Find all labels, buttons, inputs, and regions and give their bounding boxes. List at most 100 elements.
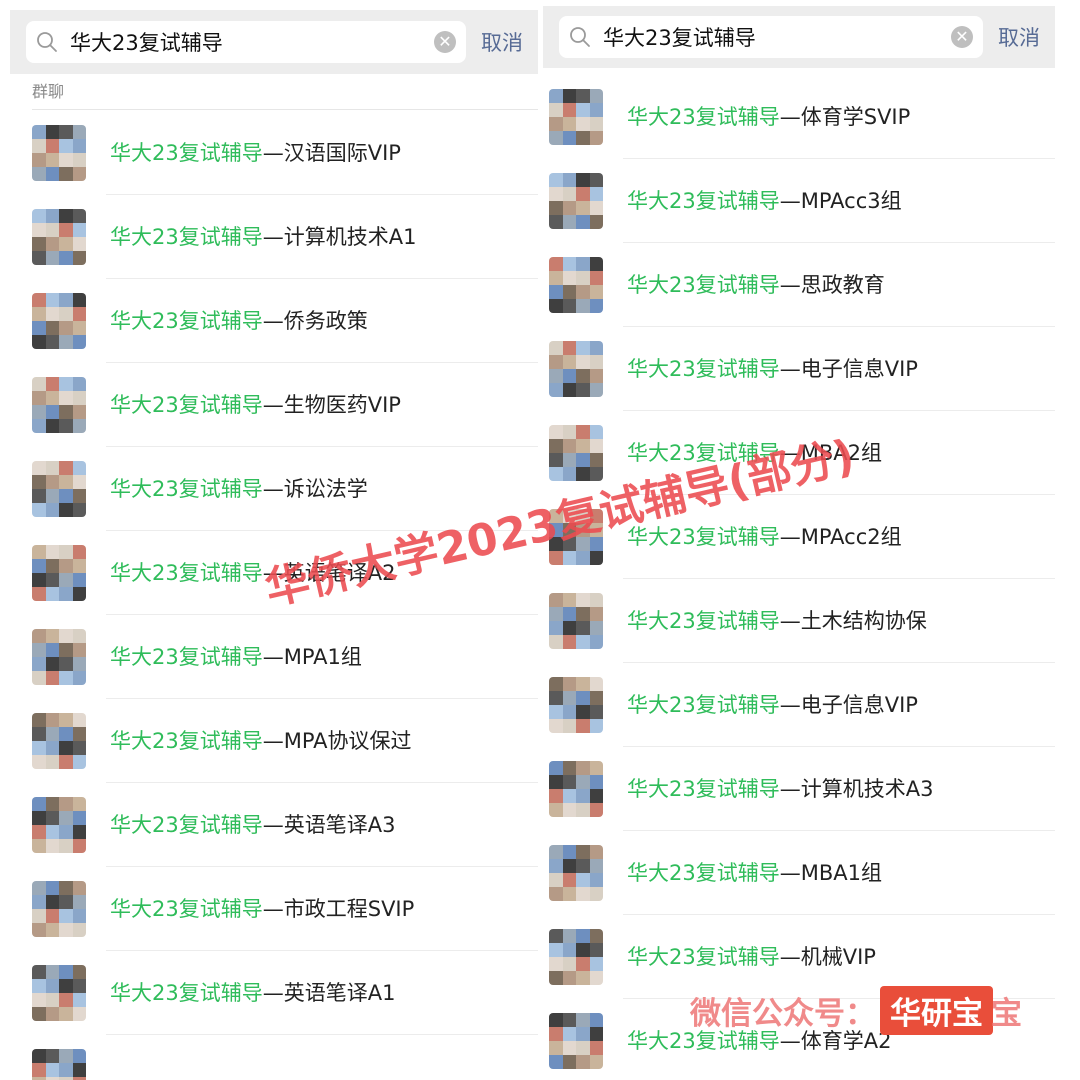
group-result-row[interactable]: 华大23复试辅导—MPA1组 (10, 615, 538, 699)
group-name: 华大23复试辅导—MPA1组 (110, 615, 362, 699)
group-name: 华大23复试辅导—电子信息VIP (627, 663, 918, 747)
group-result-row[interactable]: 华大23复试辅导—英语笔译A3 (10, 783, 538, 867)
group-result-row[interactable]: 华大23复试辅导—体育学SVIP (543, 75, 1055, 159)
search-input[interactable]: 华大23复试辅导 ✕ (26, 21, 466, 63)
group-name: 华大23复试辅导—市政工程SVIP (110, 867, 414, 951)
group-name-suffix: —英语笔译A1 (262, 981, 396, 1005)
group-name-suffix: —土木结构协保 (779, 609, 927, 633)
group-avatar (32, 545, 86, 601)
group-avatar (549, 845, 603, 901)
group-name-suffix: —市政工程SVIP (262, 897, 415, 921)
group-result-row[interactable]: 华大23复试辅导—汉语国际VIP (10, 111, 538, 195)
matched-keyword: 华大23复试辅导 (627, 105, 780, 129)
group-result-row[interactable]: 华大23复试辅导—侨务政策 (10, 279, 538, 363)
search-icon (37, 32, 57, 52)
group-name: 华大23复试辅导—MPA协议保过 (110, 699, 412, 783)
group-name-suffix: —MPA1组 (262, 645, 362, 669)
group-name-suffix: —电子信息VIP (779, 357, 918, 381)
group-name: 华大23复试辅导—思政教育 (627, 243, 885, 327)
section-label-group-chats: 群聊 (32, 82, 65, 101)
group-name: 华大23复试辅导—MBA1组 (627, 831, 882, 915)
group-name-suffix: —MBA1组 (779, 861, 882, 885)
group-result-row[interactable]: 华大23复试辅导—电子信息VIP (543, 327, 1055, 411)
group-name-suffix: —MPAcc2组 (779, 525, 902, 549)
group-name-suffix: —MPA协议保过 (262, 729, 412, 753)
group-avatar (32, 461, 86, 517)
search-query: 华大23复试辅导 (603, 26, 756, 50)
group-result-row[interactable]: 华大23复试辅导—计算机技术A3 (543, 747, 1055, 831)
group-avatar (32, 1049, 86, 1080)
matched-keyword: 华大23复试辅导 (110, 141, 263, 165)
group-name: 华大23复试辅导—电子信息VIP (627, 327, 918, 411)
group-result-row[interactable]: 华大23复试辅导—思政教育 (543, 243, 1055, 327)
group-avatar (549, 761, 603, 817)
matched-keyword: 华大23复试辅导 (627, 609, 780, 633)
group-avatar (549, 593, 603, 649)
group-result-row[interactable]: 华大23复试辅导—土木结构协保 (543, 579, 1055, 663)
credit-label: 微信公众号： (690, 995, 876, 1032)
group-name-suffix: —汉语国际VIP (262, 141, 401, 165)
matched-keyword: 华大23复试辅导 (627, 273, 780, 297)
group-avatar (549, 257, 603, 313)
matched-keyword: 华大23复试辅导 (110, 981, 263, 1005)
group-avatar (549, 929, 603, 985)
matched-keyword: 华大23复试辅导 (627, 357, 780, 381)
wechat-credit: 微信公众号： 华研宝 宝 (690, 985, 1022, 1035)
group-result-row[interactable]: 华大23复试辅导—MPAcc3组 (543, 159, 1055, 243)
group-result-row[interactable]: 华大23复试辅导—MPA协议保过 (10, 699, 538, 783)
matched-keyword: 华大23复试辅导 (110, 645, 263, 669)
search-bar: 华大23复试辅导 ✕ 取消 (543, 6, 1055, 68)
search-bar: 华大23复试辅导 ✕ 取消 (10, 10, 538, 74)
credit-badge: 华研宝 (880, 985, 993, 1035)
matched-keyword: 华大23复试辅导 (627, 189, 780, 213)
group-result-row[interactable]: 华大23复试辅导—英语笔译A1 (10, 951, 538, 1035)
matched-keyword: 华大23复试辅导 (627, 693, 780, 717)
group-name-suffix: —电子信息VIP (779, 693, 918, 717)
group-avatar (32, 797, 86, 853)
group-result-row[interactable]: 华大23复试辅导—计算机技术A1 (10, 195, 538, 279)
matched-keyword: 华大23复试辅导 (110, 561, 263, 585)
group-avatar (549, 89, 603, 145)
search-input[interactable]: 华大23复试辅导 ✕ (559, 16, 983, 58)
group-name-suffix: —诉讼法学 (262, 477, 368, 501)
matched-keyword: 华大23复试辅导 (110, 897, 263, 921)
group-avatar (549, 341, 603, 397)
group-name: 华大23复试辅导—生物医药VIP (110, 363, 401, 447)
group-avatar (32, 965, 86, 1021)
right-search-panel: 华大23复试辅导 ✕ 取消 华大23复试辅导—体育学SVIP 华大23复试辅导—M… (543, 0, 1055, 1080)
group-name: 华大23复试辅导—MPAcc3组 (627, 159, 902, 243)
group-name-suffix: —思政教育 (779, 273, 885, 297)
group-result-row[interactable] (10, 1035, 538, 1080)
credit-tail: 宝 (991, 995, 1022, 1032)
group-avatar (32, 293, 86, 349)
cancel-button[interactable]: 取消 (983, 22, 1055, 52)
matched-keyword: 华大23复试辅导 (627, 777, 780, 801)
group-result-row[interactable]: 华大23复试辅导—电子信息VIP (543, 663, 1055, 747)
group-avatar (549, 1013, 603, 1069)
clear-icon[interactable]: ✕ (434, 31, 456, 53)
group-avatar (32, 629, 86, 685)
group-result-row[interactable]: 华大23复试辅导—生物医药VIP (10, 363, 538, 447)
group-avatar (32, 209, 86, 265)
matched-keyword: 华大23复试辅导 (110, 393, 263, 417)
group-name-suffix: —生物医药VIP (262, 393, 401, 417)
matched-keyword: 华大23复试辅导 (627, 861, 780, 885)
group-avatar (32, 713, 86, 769)
search-query: 华大23复试辅导 (70, 31, 223, 55)
group-name: 华大23复试辅导—侨务政策 (110, 279, 368, 363)
group-avatar (32, 377, 86, 433)
group-name-suffix: —计算机技术A3 (779, 777, 934, 801)
clear-icon[interactable]: ✕ (951, 26, 973, 48)
group-avatar (32, 125, 86, 181)
group-name: 华大23复试辅导—诉讼法学 (110, 447, 368, 531)
group-result-row[interactable]: 华大23复试辅导—市政工程SVIP (10, 867, 538, 951)
cancel-button[interactable]: 取消 (466, 27, 538, 57)
group-name: 华大23复试辅导—体育学SVIP (627, 75, 910, 159)
group-name-suffix: —计算机技术A1 (262, 225, 417, 249)
search-icon (570, 27, 590, 47)
group-result-list: 华大23复试辅导—体育学SVIP 华大23复试辅导—MPAcc3组 华大23复试辅导… (543, 75, 1055, 1080)
matched-keyword: 华大23复试辅导 (110, 729, 263, 753)
group-name: 华大23复试辅导—英语笔译A1 (110, 951, 395, 1035)
group-result-row[interactable]: 华大23复试辅导—MBA1组 (543, 831, 1055, 915)
matched-keyword: 华大23复试辅导 (627, 945, 780, 969)
